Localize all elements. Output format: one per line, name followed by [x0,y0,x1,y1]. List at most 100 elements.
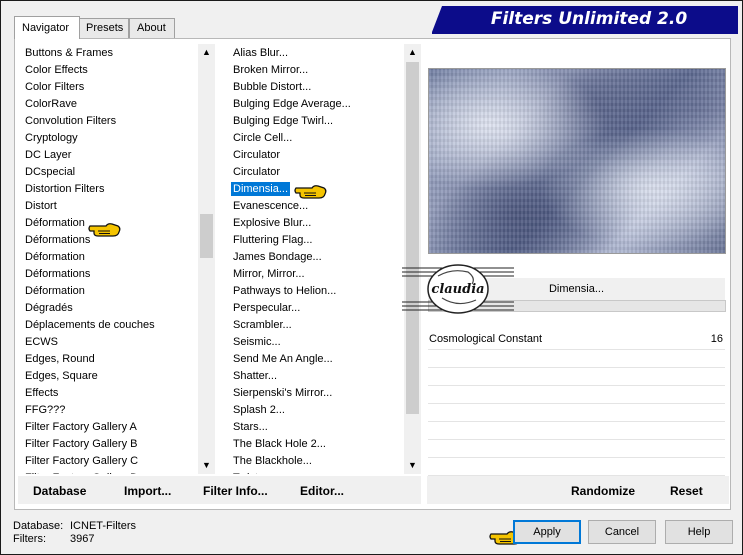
category-item[interactable]: FFG??? [25,402,65,419]
category-list[interactable]: Buttons & Frames Color Effects Color Filte… [18,44,198,474]
category-scroll-thumb[interactable] [200,214,213,258]
category-item[interactable]: Convolution Filters [25,113,116,130]
filter-label: The Black Hole 2... [233,438,326,450]
filter-item[interactable]: Mirror, Mirror... [233,266,305,283]
tab-navigator[interactable]: Navigator [14,16,80,39]
filter-item[interactable]: Circle Cell... [233,130,292,147]
filter-item[interactable]: Fluttering Flag... [233,232,312,249]
category-item[interactable]: Effects [25,385,58,402]
category-label: Buttons & Frames [25,47,114,59]
category-item[interactable]: Filter Factory Gallery A [25,419,137,436]
category-label: Filter Factory Gallery A [25,421,137,433]
category-item[interactable]: Edges, Square [25,368,98,385]
chevron-up-icon[interactable]: ▲ [404,44,421,61]
category-item[interactable]: Color Effects [25,62,88,79]
chevron-up-icon[interactable]: ▲ [198,44,215,61]
filter-item[interactable]: Dimensia... [231,181,291,198]
filter-scroll-thumb[interactable] [406,62,419,414]
filter-list[interactable]: Alias Blur... Broken Mirror... Bubble Dist… [226,44,404,474]
filter-item[interactable]: Perspecular... [233,300,300,317]
param-row[interactable]: Cosmological Constant 16 [428,332,725,350]
category-item[interactable]: Déformation [25,215,85,232]
category-label: ECWS [25,336,58,348]
filter-label: Alias Blur... [233,47,289,59]
filter-label: Broken Mirror... [233,64,309,76]
help-button[interactable]: Help [665,520,733,544]
category-item[interactable]: Distortion Filters [25,181,104,198]
filter-item[interactable]: Splash 2... [233,402,285,419]
category-item[interactable]: Dégradés [25,300,73,317]
category-label: Déformations [25,234,91,246]
category-item[interactable]: DCspecial [25,164,75,181]
tab-presets[interactable]: Presets [78,18,129,38]
category-item[interactable]: Color Filters [25,79,84,96]
filter-item[interactable]: The Black Hole 2... [233,436,326,453]
filter-item[interactable]: Send Me An Angle... [233,351,333,368]
filter-item[interactable]: The Blackhole... [233,453,312,470]
filter-item[interactable]: Scrambler... [233,317,292,334]
filter-label: Mirror, Mirror... [233,268,305,280]
chevron-down-icon[interactable]: ▼ [404,457,421,474]
param-value: 16 [710,333,723,345]
category-item[interactable]: Déplacements de couches [25,317,155,334]
category-label: Filter Factory Gallery B [25,438,138,450]
category-item[interactable]: Filter Factory Gallery C [25,453,138,470]
filter-item[interactable]: Broken Mirror... [233,62,308,79]
filter-item[interactable]: Twister... [233,470,276,474]
pointing-hand-icon [294,185,327,199]
editor-button[interactable]: Editor... [300,484,344,498]
cancel-button[interactable]: Cancel [588,520,656,544]
filter-item[interactable]: Sierpenski's Mirror... [233,385,332,402]
category-item[interactable]: Filter Factory Gallery B [25,436,137,453]
randomize-button[interactable]: Randomize [571,484,635,498]
filter-scrollbar[interactable]: ▲ ▼ [404,44,421,474]
filter-label: Perspecular... [233,302,301,314]
tab-about[interactable]: About [129,18,175,38]
category-item[interactable]: Buttons & Frames [25,45,113,62]
filter-item[interactable]: Bubble Distort... [233,79,311,96]
filter-item[interactable]: Seismic... [233,334,281,351]
filter-item[interactable]: Bulging Edge Average... [233,96,351,113]
filter-item[interactable]: Circulator [233,147,280,164]
category-label: Déformation [25,217,85,229]
category-item[interactable]: Edges, Round [25,351,95,368]
chevron-down-icon[interactable]: ▼ [198,457,215,474]
category-item[interactable]: Déformations [25,266,90,283]
database-value: ICNET-Filters [70,520,136,532]
category-label: Déformation [25,285,85,297]
filter-item[interactable]: Circulator [233,164,280,181]
category-item[interactable]: ColorRave [25,96,77,113]
category-item[interactable]: Distort [25,198,57,215]
filter-item[interactable]: Shatter... [233,368,277,385]
category-item[interactable]: Déformations [25,232,90,249]
category-item[interactable]: Déformation [25,283,85,300]
apply-button[interactable]: Apply [513,520,581,544]
filter-info-button[interactable]: Filter Info... [203,484,268,498]
filter-item[interactable]: James Bondage... [233,249,322,266]
filter-item[interactable]: Explosive Blur... [233,215,311,232]
category-item[interactable]: Filter Factory Gallery D [25,470,138,474]
navigator-toolbar: Database Import... Filter Info... Editor… [18,476,421,504]
filter-item[interactable]: Pathways to Helion... [233,283,336,300]
filter-preview-image [428,68,726,254]
param-row-empty [428,422,725,440]
filter-label: The Blackhole... [233,455,312,467]
filter-item[interactable]: Bulging Edge Twirl... [233,113,333,130]
database-button[interactable]: Database [33,484,86,498]
filters-status: Filters: 3967 [13,533,94,545]
category-label: Distortion Filters [25,183,105,195]
category-scrollbar[interactable]: ▲ ▼ [198,44,215,474]
category-item[interactable]: DC Layer [25,147,71,164]
param-row-empty [428,440,725,458]
filter-item[interactable]: Alias Blur... [233,45,288,62]
category-item[interactable]: Cryptology [25,130,78,147]
category-label: Filter Factory Gallery C [25,455,139,467]
category-item[interactable]: ECWS [25,334,58,351]
category-item[interactable]: Déformation [25,249,85,266]
filter-label: Dimensia... [231,182,291,196]
filter-item[interactable]: Stars... [233,419,268,436]
param-label: Cosmological Constant [429,333,543,345]
reset-button[interactable]: Reset [670,484,703,498]
import-button[interactable]: Import... [124,484,171,498]
claudia-watermark: claudia [402,264,514,314]
